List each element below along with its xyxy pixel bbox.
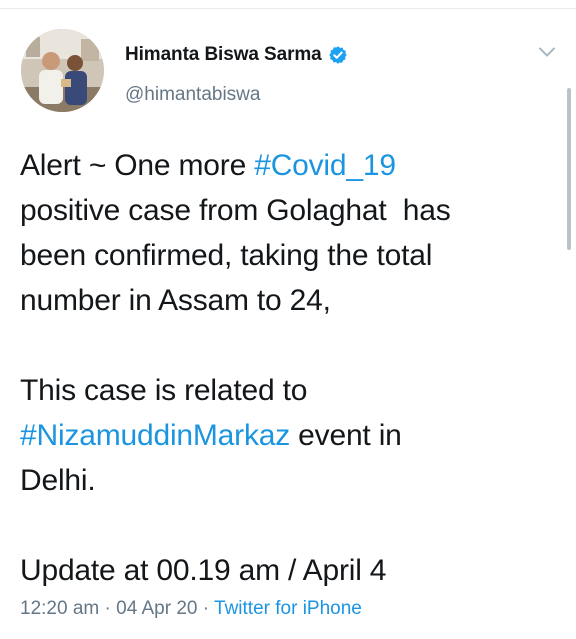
meta-separator: · (202, 598, 210, 619)
scrollbar[interactable] (567, 88, 571, 250)
tweet-line-6-text: event in (290, 419, 402, 452)
hashtag-markaz-link[interactable]: #NizamuddinMarkaz (20, 419, 290, 452)
avatar-photo (21, 29, 104, 112)
author-display-name[interactable]: Himanta Biswa Sarma (125, 44, 322, 66)
verified-badge-icon (328, 45, 348, 65)
tweet-date: 04 Apr 20 (116, 598, 198, 619)
tweet-line-4: number in Assam to 24, (20, 284, 331, 317)
tweet-time: 12:20 am (20, 598, 100, 619)
tweet-line-2: positive case from Golaghat has (20, 194, 451, 227)
tweet-meta: 12:20 am · 04 Apr 20 · Twitter for iPhon… (20, 598, 362, 620)
top-divider (0, 8, 576, 9)
tweet-source-link[interactable]: Twitter for iPhone (214, 598, 362, 619)
tweet-line-8: Update at 00.19 am / April 4 (20, 554, 387, 587)
avatar[interactable] (21, 29, 104, 112)
tweet-text: Alert ~ One more #Covid_19 positive case… (20, 143, 560, 593)
tweet-line-7: Delhi. (20, 464, 96, 497)
meta-separator: · (104, 598, 111, 619)
tweet-line-1-text: Alert ~ One more (20, 149, 255, 182)
tweet-line-3: been confirmed, taking the total (20, 239, 433, 272)
chevron-down-icon[interactable] (538, 45, 556, 59)
tweet-line-5: This case is related to (20, 374, 308, 407)
author-handle[interactable]: @himantabiswa (125, 84, 260, 106)
hashtag-covid-link[interactable]: #Covid_19 (254, 149, 396, 182)
author-name-row[interactable]: Himanta Biswa Sarma (125, 42, 348, 68)
